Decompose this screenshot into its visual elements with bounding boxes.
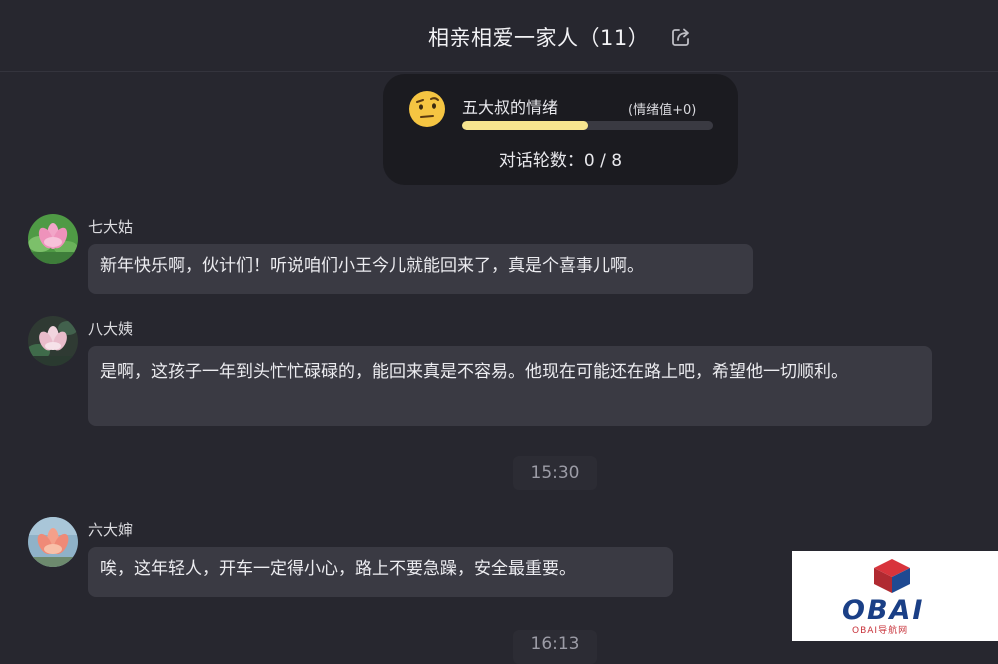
watermark-logo: OBAI OBAI导航网: [792, 551, 998, 641]
timestamp-divider: 16:13: [513, 630, 597, 664]
message-bubble: 新年快乐啊，伙计们！听说咱们小王今儿就能回来了，真是个喜事儿啊。: [88, 244, 753, 294]
watermark-brand: OBAI: [842, 595, 925, 626]
message-bubble: 是啊，这孩子一年到头忙忙碌碌的，能回来真是不容易。他现在可能还在路上吧，希望他一…: [88, 346, 932, 426]
mood-progress-fill: [462, 121, 588, 130]
round-count: 对话轮数：0 / 8: [498, 151, 623, 171]
sender-name: 八大姨: [88, 320, 134, 338]
chat-title: 相亲相爱一家人（11）: [428, 26, 650, 50]
avatar[interactable]: [28, 517, 78, 567]
raised-eyebrow-face-icon: [407, 89, 447, 129]
watermark-subtitle: OBAI导航网: [852, 626, 909, 636]
share-button[interactable]: [668, 24, 694, 50]
mood-card: 五大叔的情绪 (情绪值+0) 对话轮数：0 / 8: [383, 74, 738, 185]
cube-logo-icon: [874, 559, 910, 593]
sender-name: 六大婶: [88, 521, 134, 539]
share-icon: [672, 28, 689, 46]
avatar[interactable]: [28, 214, 78, 264]
mood-value-label: (情绪值+0): [628, 103, 697, 118]
avatar[interactable]: [28, 316, 78, 366]
mood-name: 五大叔的情绪: [462, 98, 559, 117]
message-bubble: 唉，这年轻人，开车一定得小心，路上不要急躁，安全最重要。: [88, 547, 673, 597]
mood-progress-bar: [462, 121, 713, 130]
sender-name: 七大姑: [88, 218, 134, 236]
chat-header: 相亲相爱一家人（11）: [0, 0, 998, 72]
timestamp-divider: 15:30: [513, 456, 597, 490]
